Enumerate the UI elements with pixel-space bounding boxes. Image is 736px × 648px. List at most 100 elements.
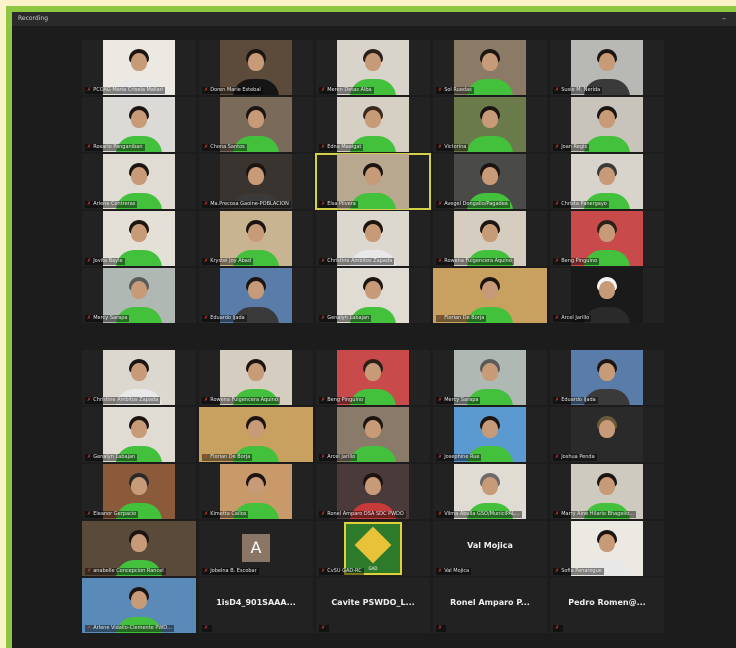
participant-tile[interactable]: Pedro Romen@... ✗ <box>550 578 664 633</box>
participant-face <box>482 53 498 71</box>
participant-tile[interactable]: ✗ Victorina <box>433 97 547 152</box>
participant-tile[interactable]: ✗ Joshua Penda <box>550 407 664 462</box>
participant-tile[interactable]: ✗ Genalyn Labajan <box>82 407 196 462</box>
participant-tile[interactable]: ✗ Rowena Fulgencera Aquino <box>433 211 547 266</box>
participant-tile[interactable]: ✗ Christine Ambitos Zapada <box>316 211 430 266</box>
participant-name: Eduardo Ijada <box>210 315 245 321</box>
participant-face <box>131 477 147 495</box>
participant-tile[interactable]: ✗ Eduardo Ijada <box>550 350 664 405</box>
participant-name: Chona Santos <box>210 144 245 150</box>
participant-name-label: ✗ Krystel Joy Abad <box>202 258 254 265</box>
participant-tile[interactable]: ✗ PCOAG Maria Crisela Mallari <box>82 40 196 95</box>
participant-tile[interactable]: ✗ Meren Detas Alba <box>316 40 430 95</box>
participant-tile[interactable]: ✗ Elsa Pilvera <box>315 153 431 210</box>
participant-tile[interactable]: ✗ Vilma Abulla GSO/MuniciPAL... <box>433 464 547 519</box>
participant-tile[interactable]: ✗ Beng Pinguino <box>316 350 430 405</box>
muted-mic-icon: ✗ <box>87 568 92 574</box>
participant-face <box>131 53 147 71</box>
participant-tile[interactable]: ✗ Genalyn Labajan <box>316 268 430 323</box>
participant-face <box>365 53 381 71</box>
participant-tile[interactable]: Cavite PSWDO_L... ✗ <box>316 578 430 633</box>
participant-tile[interactable]: ✗ Chona Santos <box>199 97 313 152</box>
participant-tile[interactable]: ✗ Jovita Bayle <box>82 211 196 266</box>
participant-name-label: ✗ Meren Detas Alba <box>319 87 374 94</box>
muted-mic-icon: ✗ <box>87 144 92 150</box>
participant-shirt <box>584 136 630 152</box>
participant-tile[interactable]: ✗ Josephine Rue <box>433 407 547 462</box>
participant-tile[interactable]: ✗ Florian De Borja <box>199 407 313 462</box>
participant-tile[interactable]: ✗ Eleanor Gerpacio <box>82 464 196 519</box>
participant-tile[interactable]: GAD ✗ CvSU GAD-RC <box>316 521 430 576</box>
participant-face <box>248 167 264 185</box>
participant-name: Joshua Penda <box>561 454 595 460</box>
participant-name: Arlene Vidallo-Clemente PWD... <box>93 625 172 631</box>
participant-face <box>482 224 498 242</box>
muted-mic-icon: ✗ <box>555 201 560 207</box>
participant-name: Susie M. Nerida <box>561 87 601 93</box>
participant-tile[interactable]: ✗ Christine Ambitos Zapada <box>82 350 196 405</box>
participant-tile[interactable]: ✗ Christa Panergayo <box>550 154 664 209</box>
participant-tile[interactable]: ✗ Doren Marie Estebal <box>199 40 313 95</box>
participant-tile[interactable]: ✗ Ronel Amparo DSA SDC PWDO <box>316 464 430 519</box>
participant-tile[interactable]: ✗ Joan Regis <box>550 97 664 152</box>
participant-tile[interactable]: ✗ Susie M. Nerida <box>550 40 664 95</box>
participant-tile[interactable]: A ✗ Jobelna B. Escobar <box>199 521 313 576</box>
participant-tile[interactable]: ✗ Arcel Jarillo <box>316 407 430 462</box>
participant-tile[interactable]: ✗ Krystel Joy Abad <box>199 211 313 266</box>
participant-display-name: Val Mojica <box>467 541 513 550</box>
participant-tile[interactable]: ✗ Kimetta Callos <box>199 464 313 519</box>
participant-tile[interactable]: ✗ Eduardo Ijada <box>199 268 313 323</box>
muted-mic-icon: ✗ <box>438 258 443 264</box>
muted-mic-icon: ✗ <box>321 87 326 93</box>
muted-mic-icon: ✗ <box>321 201 326 207</box>
participant-face <box>365 363 381 381</box>
participant-name: Rowena Fulgencera Aquino <box>444 258 512 264</box>
participant-face <box>248 420 264 438</box>
participant-tile[interactable]: ✗ Sofia Penarogue <box>550 521 664 576</box>
muted-mic-icon: ✗ <box>438 625 443 631</box>
participant-tile[interactable]: 1isD4_901SAAA... ✗ <box>199 578 313 633</box>
participant-tile[interactable]: ✗ Ma.Precosa Gaoine-POBLACION <box>199 154 313 209</box>
muted-mic-icon: ✗ <box>321 315 326 321</box>
participant-tile[interactable]: ✗ Mercy Sarapa <box>433 350 547 405</box>
participant-face <box>599 281 615 299</box>
participant-tile[interactable]: ✗ Mercy Sarapa <box>82 268 196 323</box>
participant-name: Mercy Sarapa <box>444 397 479 403</box>
participant-tile[interactable]: ✗ Florian De Borja <box>433 268 547 323</box>
participant-name-label: ✗ Eduardo Ijada <box>202 315 247 322</box>
participant-name-label: ✗ Marry Aine Hilario Bhageilo... <box>553 511 636 518</box>
participant-tile[interactable]: ✗ Beng Pinguino <box>550 211 664 266</box>
participant-face <box>365 477 381 495</box>
muted-mic-icon: ✗ <box>438 568 443 574</box>
participant-tile[interactable]: Ronel Amparo P... ✗ <box>433 578 547 633</box>
participant-name-label: ✗ Florian De Borja <box>202 454 253 461</box>
participant-tile[interactable]: ✗ Arlene Contreras <box>82 154 196 209</box>
minimize-icon[interactable]: – <box>722 12 726 26</box>
participant-name: Christine Ambitos Zapada <box>327 258 393 264</box>
participant-display-name: Pedro Romen@... <box>568 598 646 607</box>
participant-tile[interactable]: ✗ Edna Maaigat <box>316 97 430 152</box>
participant-name-label: ✗ Ronel Amparo DSA SDC PWDO <box>319 511 406 518</box>
participant-tile[interactable]: ✗ Sol Ruedas <box>433 40 547 95</box>
participant-tile[interactable]: ✗ Rowena Fulgencera Aquino <box>199 350 313 405</box>
participant-name-label: ✗ Rosario Panganiban <box>85 144 145 151</box>
participant-name-label: ✗ Jovita Bayle <box>85 258 125 265</box>
participant-name-label: ✗ <box>202 625 213 632</box>
participant-name: Marry Aine Hilario Bhageilo... <box>561 511 634 517</box>
participant-name: Ma.Precosa Gaoine-POBLACION <box>210 201 289 207</box>
participant-face <box>248 363 264 381</box>
participant-tile[interactable]: ✗ Rosario Panganiban <box>82 97 196 152</box>
muted-mic-icon: ✗ <box>87 201 92 207</box>
participant-tile[interactable]: ✗ Arcel Jarillo <box>550 268 664 323</box>
participant-tile[interactable]: Val Mojica ✗ Val Mojica <box>433 521 547 576</box>
participant-name: Arcel Jarillo <box>561 315 590 321</box>
participant-name-label: ✗ Arlene Vidallo-Clemente PWD... <box>85 625 174 632</box>
participant-tile[interactable]: ✗ Arlene Vidallo-Clemente PWD... <box>82 578 196 633</box>
participant-tile[interactable]: ✗ Avegel Dongallo/Pagadea <box>433 154 547 209</box>
participant-tile[interactable]: ✗ Marry Aine Hilario Bhageilo... <box>550 464 664 519</box>
muted-mic-icon: ✗ <box>204 511 209 517</box>
muted-mic-icon: ✗ <box>555 258 560 264</box>
participant-tile[interactable]: ✗ anabelle Concepcion Rancel <box>82 521 196 576</box>
participant-name: Meren Detas Alba <box>327 87 372 93</box>
participant-name-label: ✗ Florian De Borja <box>436 315 487 322</box>
